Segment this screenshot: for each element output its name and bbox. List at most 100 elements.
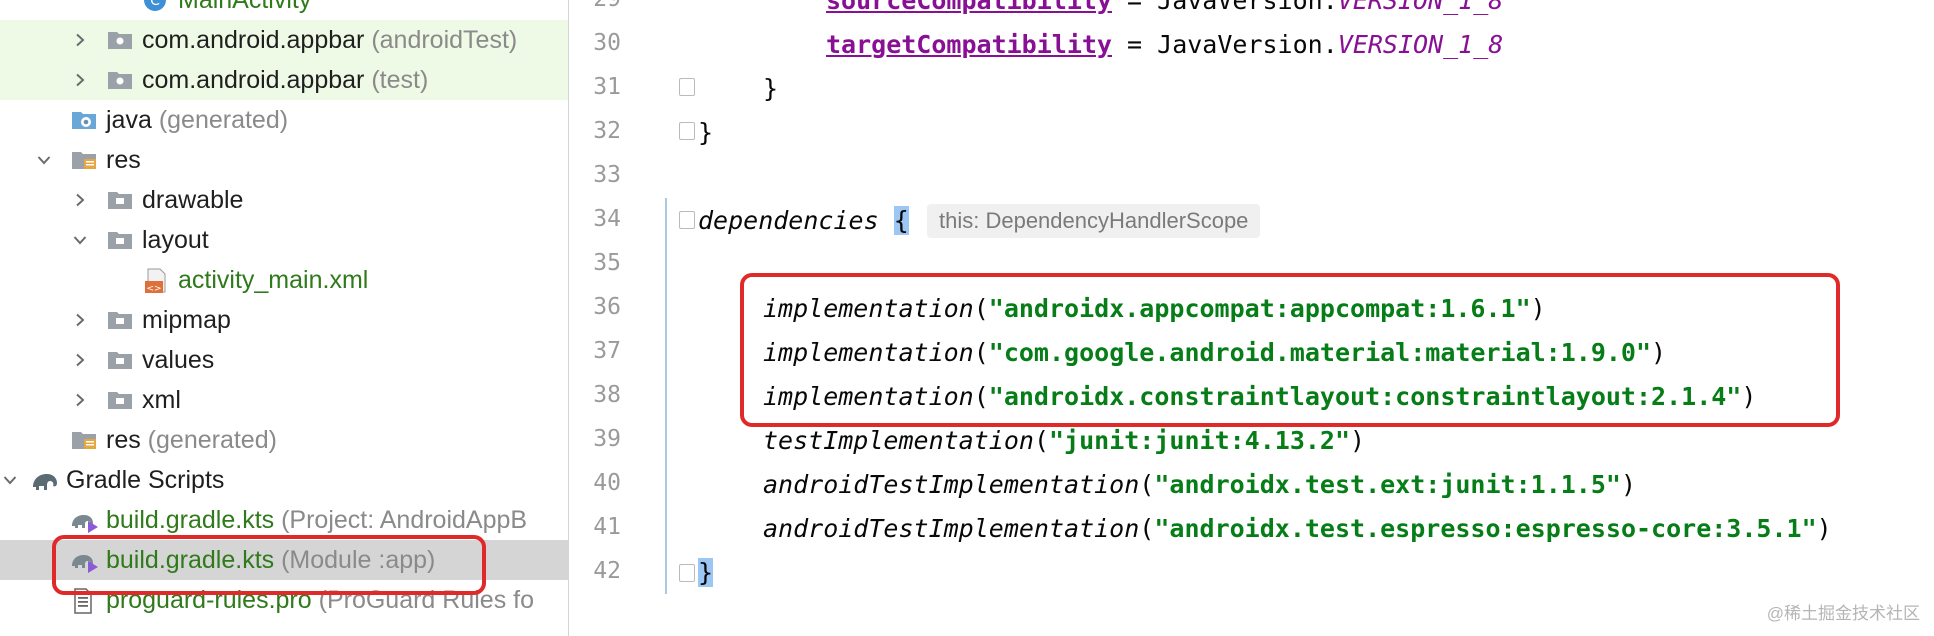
- tree-row[interactable]: values: [0, 340, 568, 380]
- chevron-right-icon[interactable]: [70, 390, 90, 410]
- line-number: 41: [593, 514, 621, 540]
- line-number: 39: [593, 426, 621, 452]
- gradle-elephant-icon: [30, 467, 58, 493]
- line-number: 35: [593, 250, 621, 276]
- tree-item-label: MainActivity: [178, 0, 311, 15]
- tree-item-label: drawable: [142, 185, 244, 214]
- fold-marker-icon[interactable]: [679, 122, 695, 140]
- tree-item-label: res (generated): [106, 425, 277, 454]
- tree-item-label: values: [142, 345, 215, 374]
- tree-item-label: com.android.appbar (test): [142, 65, 429, 94]
- tree-item-label: activity_main.xml: [178, 265, 369, 294]
- indent-guide: [665, 198, 667, 594]
- gradle-file-icon: [70, 507, 98, 533]
- tree-row[interactable]: C MainActivity: [0, 0, 568, 20]
- chevron-right-icon[interactable]: [70, 30, 90, 50]
- folder-icon: [106, 307, 134, 333]
- project-tree-panel: C MainActivity com.android.appbar (android…: [0, 0, 569, 636]
- tree-row[interactable]: mipmap: [0, 300, 568, 340]
- tree-row[interactable]: build.gradle.kts (Module :app): [0, 540, 568, 580]
- dependency-line: implementation("androidx.appcompat:appco…: [763, 294, 1546, 323]
- line-number: 36: [593, 294, 621, 320]
- tree-item-hint: (androidTest): [364, 25, 518, 54]
- tree-row[interactable]: Gradle Scripts: [0, 460, 568, 500]
- code-line-31: }: [763, 74, 779, 103]
- tree-row[interactable]: layout: [0, 220, 568, 260]
- line-number: 29: [569, 0, 621, 12]
- line-number: 37: [593, 338, 621, 364]
- tree-item-label: xml: [142, 385, 181, 414]
- res-folder-icon: [70, 427, 98, 453]
- code-line-29: sourceCompatibility = JavaVersion.VERSIO…: [826, 0, 1504, 15]
- tree-item-label: build.gradle.kts (Project: AndroidAppB: [106, 505, 528, 534]
- dependency-line: implementation("androidx.constraintlayou…: [763, 382, 1757, 411]
- chevron-down-icon[interactable]: [34, 150, 54, 170]
- res-folder-icon: [70, 147, 98, 173]
- tree-row[interactable]: res: [0, 140, 568, 180]
- tree-item-label: build.gradle.kts (Module :app): [106, 545, 436, 574]
- tree-item-label: layout: [142, 225, 209, 254]
- package-folder-icon: [106, 27, 134, 53]
- chevron-down-icon[interactable]: [70, 230, 90, 250]
- tree-item-label: res: [106, 145, 141, 174]
- text-file-icon: [70, 587, 98, 614]
- tree-item-hint: (Module :app): [274, 545, 436, 574]
- chevron-right-icon[interactable]: [70, 70, 90, 90]
- folder-icon: [106, 347, 134, 373]
- tree-item-hint: (generated): [140, 425, 277, 454]
- code-line-30: targetCompatibility = JavaVersion.VERSIO…: [826, 30, 1504, 59]
- chevron-right-icon[interactable]: [70, 310, 90, 330]
- line-number: 40: [593, 470, 621, 496]
- code-line-42: }: [698, 558, 714, 587]
- tree-row[interactable]: build.gradle.kts (Project: AndroidAppB: [0, 500, 568, 540]
- folder-icon: [106, 187, 134, 213]
- tree-item-hint: (Project: AndroidAppB: [274, 505, 528, 534]
- tree-row[interactable]: <> activity_main.xml: [0, 260, 568, 300]
- dependency-line: implementation("com.google.android.mater…: [763, 338, 1667, 367]
- tree-row[interactable]: com.android.appbar (test): [0, 60, 568, 100]
- tree-row[interactable]: drawable: [0, 180, 568, 220]
- code-line-34: dependencies {: [698, 206, 909, 235]
- tree-item-label: Gradle Scripts: [66, 465, 225, 494]
- dependency-line: androidTestImplementation("androidx.test…: [763, 470, 1637, 499]
- line-number: 32: [593, 118, 621, 144]
- gradle-file-icon: [70, 547, 98, 573]
- line-number: 30: [593, 30, 621, 56]
- package-folder-icon: [106, 67, 134, 93]
- tree-item-label: proguard-rules.pro (ProGuard Rules fo: [106, 585, 534, 614]
- chevron-right-icon[interactable]: [70, 350, 90, 370]
- fold-marker-icon[interactable]: [679, 211, 695, 229]
- fold-marker-icon[interactable]: [679, 78, 695, 96]
- generated-java-folder-icon: [70, 107, 98, 133]
- svg-text:<>: <>: [146, 284, 161, 294]
- tree-item-label: java (generated): [106, 105, 289, 134]
- tree-row[interactable]: com.android.appbar (androidTest): [0, 20, 568, 60]
- tree-row[interactable]: xml: [0, 380, 568, 420]
- tree-item-label: mipmap: [142, 305, 231, 334]
- tree-item-hint: (generated): [151, 105, 289, 134]
- code-line-32: }: [698, 118, 714, 147]
- inlay-hint: this: DependencyHandlerScope: [927, 204, 1261, 238]
- tree-item-label: com.android.appbar (androidTest): [142, 25, 518, 54]
- tree-row[interactable]: java (generated): [0, 100, 568, 140]
- tree-row[interactable]: res (generated): [0, 420, 568, 460]
- chevron-down-icon[interactable]: [0, 470, 20, 490]
- line-number: 38: [593, 382, 621, 408]
- line-number: 42: [593, 558, 621, 584]
- xml-layout-icon: <>: [142, 267, 170, 294]
- fold-marker-icon[interactable]: [679, 564, 695, 582]
- svg-text:C: C: [150, 0, 160, 9]
- folder-icon: [106, 227, 134, 253]
- tree-item-hint: (test): [364, 65, 429, 94]
- tree-row[interactable]: proguard-rules.pro (ProGuard Rules fo: [0, 580, 568, 620]
- line-number: 31: [593, 74, 621, 100]
- folder-icon: [106, 387, 134, 413]
- dependency-line: testImplementation("junit:junit:4.13.2"): [763, 426, 1366, 455]
- watermark: @稀土掘金技术社区: [1766, 604, 1920, 623]
- line-number: 34: [593, 206, 621, 232]
- chevron-right-icon[interactable]: [70, 190, 90, 210]
- line-number: 33: [593, 162, 621, 188]
- tree-item-hint: (ProGuard Rules fo: [311, 585, 534, 614]
- dependency-line: androidTestImplementation("androidx.test…: [763, 514, 1832, 543]
- class-icon: C: [142, 0, 170, 13]
